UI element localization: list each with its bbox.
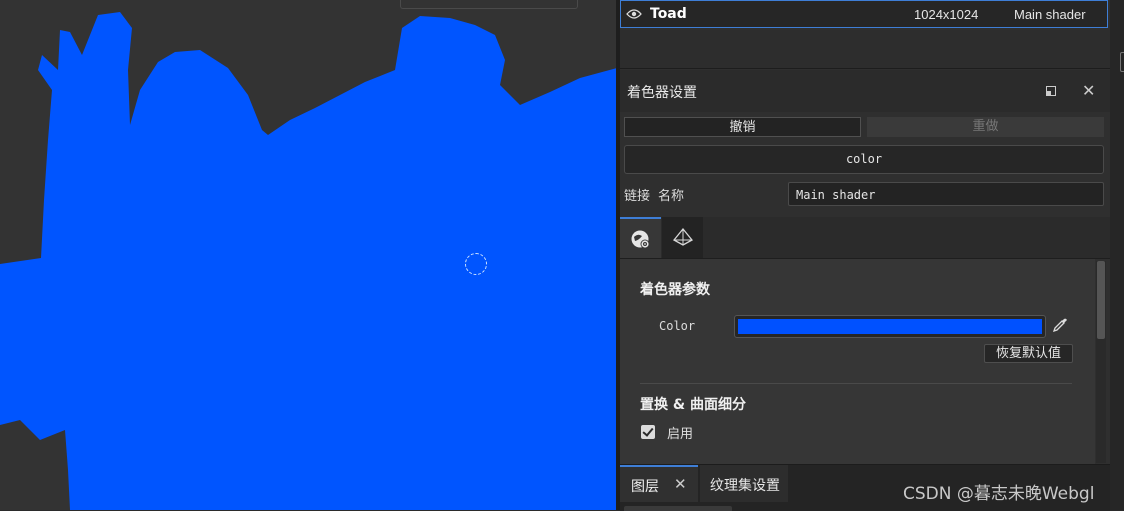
texture-set-name: Toad [650, 6, 687, 22]
tab-layers[interactable]: 图层 ✕ [620, 465, 698, 502]
shader-name-field[interactable]: Main shader [788, 182, 1104, 206]
3d-viewport[interactable] [0, 0, 617, 510]
color-swatch-field[interactable] [734, 315, 1046, 338]
shader-tabbar [620, 217, 1110, 259]
shader-settings-title: 着色器设置 [627, 85, 697, 101]
mesh-prism-icon [673, 227, 693, 246]
shader-params-panel: 着色器参数 Color 恢复默认值 置换 & 曲面细分 启用 [620, 259, 1095, 464]
right-panel: Toad 1024x1024 Main shader 着色器设置 ✕ 撤销 重做… [620, 0, 1110, 511]
params-scrollbar[interactable] [1096, 261, 1106, 463]
enable-label: 启用 [667, 427, 694, 442]
texture-set-row[interactable]: Toad 1024x1024 Main shader [620, 0, 1108, 28]
tab-layers-label: 图层 [631, 479, 659, 495]
close-tab-icon[interactable]: ✕ [674, 475, 687, 493]
eye-icon[interactable] [626, 8, 642, 20]
texture-set-resolution: 1024x1024 [914, 7, 979, 22]
tab-texture-set-settings-label: 纹理集设置 [710, 478, 780, 494]
section-displacement-title: 置换 & 曲面细分 [640, 397, 746, 413]
undo-button[interactable]: 撤销 [624, 117, 861, 137]
float-panel-icon[interactable] [1046, 86, 1056, 96]
section-shader-params-title: 着色器参数 [640, 282, 710, 298]
section-divider [640, 383, 1072, 384]
scrollbar-thumb[interactable] [1097, 261, 1105, 339]
name-label: 名称 [658, 189, 685, 204]
texture-set-list-empty [620, 30, 1110, 69]
reset-default-button[interactable]: 恢复默认值 [984, 344, 1073, 363]
edge-button-fragment[interactable] [1120, 52, 1124, 72]
redo-button[interactable]: 重做 [867, 117, 1104, 137]
color-param-label: Color [659, 319, 696, 333]
watermark: CSDN @暮志未晚Webgl [903, 484, 1095, 504]
shader-settings-header: 着色器设置 ✕ [620, 70, 1110, 112]
right-edge-panel [1110, 0, 1124, 510]
link-label: 链接 [624, 189, 651, 204]
tab-texture-set-settings[interactable]: 纹理集设置 [700, 465, 788, 502]
tab-shader-params[interactable] [620, 217, 661, 258]
tab-geometry[interactable] [662, 217, 703, 258]
shader-select-button[interactable]: color [624, 145, 1104, 174]
brush-cursor [465, 253, 487, 275]
close-icon[interactable]: ✕ [1082, 81, 1095, 100]
color-swatch[interactable] [738, 319, 1042, 334]
enable-checkbox[interactable] [641, 425, 655, 439]
viewport-toolbar-box [400, 0, 578, 9]
toad-mesh[interactable] [0, 0, 617, 510]
globe-gear-icon [631, 230, 650, 249]
layers-toolbar-strip [624, 506, 732, 511]
eyedropper-icon[interactable] [1052, 317, 1068, 333]
texture-set-shader: Main shader [1014, 7, 1086, 22]
